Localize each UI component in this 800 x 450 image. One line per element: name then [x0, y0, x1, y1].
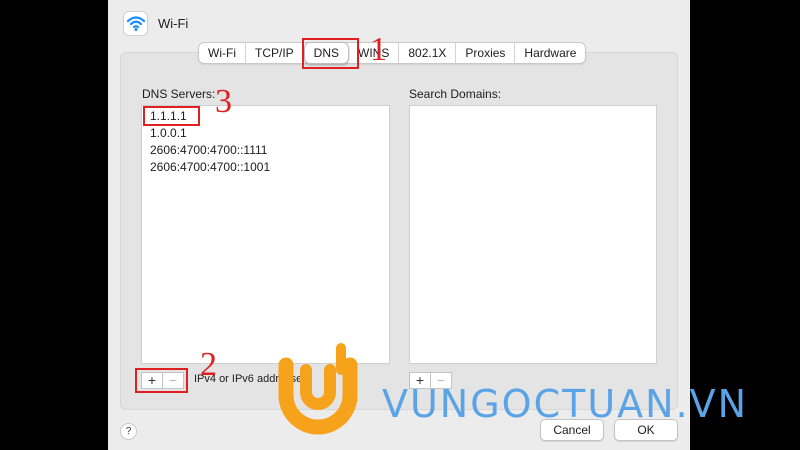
annotation-box-add-button: [135, 368, 188, 393]
dns-servers-list[interactable]: 1.1.1.1 1.0.0.1 2606:4700:4700::1111 260…: [141, 105, 390, 364]
dns-servers-label: DNS Servers:: [142, 87, 216, 101]
tab-bar: Wi-Fi TCP/IP DNS WINS 802.1X Proxies Har…: [198, 42, 587, 64]
tab-8021x[interactable]: 802.1X: [399, 43, 457, 63]
tab-proxies[interactable]: Proxies: [456, 43, 516, 63]
tab-wifi[interactable]: Wi-Fi: [199, 43, 246, 63]
search-domains-label: Search Domains:: [409, 87, 502, 101]
window-title: Wi-Fi: [158, 16, 189, 31]
list-item[interactable]: 2606:4700:4700::1001: [142, 159, 389, 176]
help-button[interactable]: ?: [120, 423, 137, 440]
list-item[interactable]: 2606:4700:4700::1111: [142, 142, 389, 159]
annotation-number-3: 3: [215, 83, 232, 120]
wifi-icon: [123, 11, 148, 36]
tab-hardware[interactable]: Hardware: [515, 43, 585, 63]
watermark-text: VUNGOCTUAN.VN: [382, 382, 749, 426]
search-domains-list[interactable]: [409, 105, 657, 364]
tab-tcpip[interactable]: TCP/IP: [246, 43, 304, 63]
annotation-box-dns-tab: [302, 38, 359, 69]
watermark-logo-mark: [276, 340, 374, 443]
annotation-box-first-server: [143, 106, 200, 126]
annotation-number-1: 1: [370, 31, 387, 68]
list-item[interactable]: 1.0.0.1: [142, 125, 389, 142]
annotation-number-2: 2: [200, 346, 217, 383]
